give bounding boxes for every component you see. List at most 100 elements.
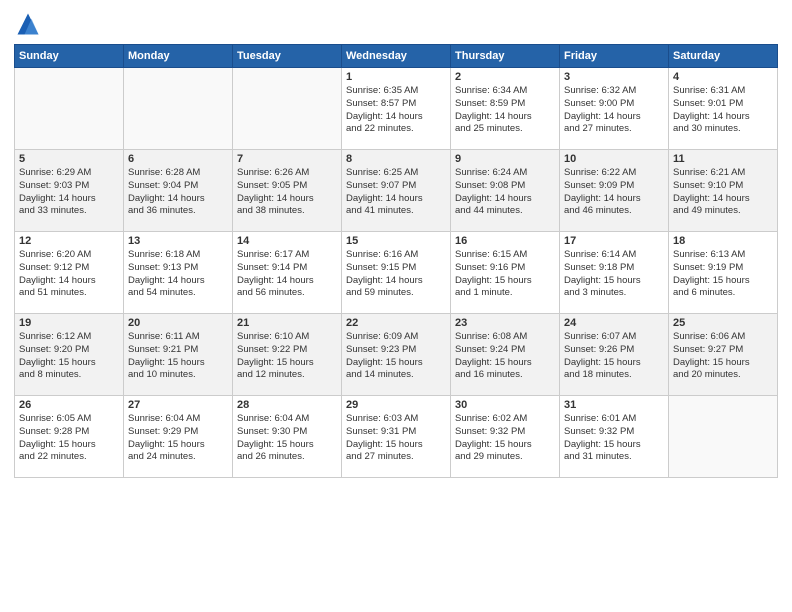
cell-line: and 22 minutes. <box>19 451 119 464</box>
calendar-cell: 4Sunrise: 6:31 AMSunset: 9:01 PMDaylight… <box>669 68 778 150</box>
day-number: 3 <box>564 71 664 83</box>
calendar-cell: 12Sunrise: 6:20 AMSunset: 9:12 PMDayligh… <box>15 232 124 314</box>
day-number: 17 <box>564 235 664 247</box>
cell-line: and 44 minutes. <box>455 205 555 218</box>
calendar-cell: 5Sunrise: 6:29 AMSunset: 9:03 PMDaylight… <box>15 150 124 232</box>
calendar-cell: 9Sunrise: 6:24 AMSunset: 9:08 PMDaylight… <box>451 150 560 232</box>
cell-line: Sunset: 9:29 PM <box>128 426 228 439</box>
day-number: 12 <box>19 235 119 247</box>
header <box>14 10 778 38</box>
cell-line: Sunset: 9:23 PM <box>346 344 446 357</box>
cell-line: and 46 minutes. <box>564 205 664 218</box>
cell-line: Daylight: 14 hours <box>128 275 228 288</box>
cell-line: Sunrise: 6:03 AM <box>346 413 446 426</box>
day-number: 22 <box>346 317 446 329</box>
day-number: 27 <box>128 399 228 411</box>
day-number: 6 <box>128 153 228 165</box>
logo <box>14 10 46 38</box>
cell-line: and 54 minutes. <box>128 287 228 300</box>
cell-line: and 33 minutes. <box>19 205 119 218</box>
cell-line: Daylight: 15 hours <box>455 439 555 452</box>
cell-line: Sunrise: 6:32 AM <box>564 85 664 98</box>
day-number: 26 <box>19 399 119 411</box>
calendar-cell: 30Sunrise: 6:02 AMSunset: 9:32 PMDayligh… <box>451 396 560 478</box>
cell-line: Sunrise: 6:11 AM <box>128 331 228 344</box>
cell-line: Sunrise: 6:29 AM <box>19 167 119 180</box>
cell-line: Sunset: 9:22 PM <box>237 344 337 357</box>
cell-line: Sunrise: 6:21 AM <box>673 167 773 180</box>
day-number: 2 <box>455 71 555 83</box>
day-number: 14 <box>237 235 337 247</box>
cell-line: Daylight: 15 hours <box>564 439 664 452</box>
cell-line: Daylight: 14 hours <box>128 193 228 206</box>
day-number: 16 <box>455 235 555 247</box>
cell-line: and 26 minutes. <box>237 451 337 464</box>
day-number: 25 <box>673 317 773 329</box>
day-number: 18 <box>673 235 773 247</box>
calendar-cell: 2Sunrise: 6:34 AMSunset: 8:59 PMDaylight… <box>451 68 560 150</box>
day-header-monday: Monday <box>124 45 233 68</box>
calendar-cell: 13Sunrise: 6:18 AMSunset: 9:13 PMDayligh… <box>124 232 233 314</box>
day-header-wednesday: Wednesday <box>342 45 451 68</box>
cell-line: and 27 minutes. <box>346 451 446 464</box>
day-number: 24 <box>564 317 664 329</box>
cell-line: Sunset: 9:14 PM <box>237 262 337 275</box>
week-row-3: 12Sunrise: 6:20 AMSunset: 9:12 PMDayligh… <box>15 232 778 314</box>
cell-line: Daylight: 14 hours <box>455 193 555 206</box>
cell-line: Sunrise: 6:18 AM <box>128 249 228 262</box>
cell-line: Daylight: 14 hours <box>19 193 119 206</box>
cell-line: Sunrise: 6:24 AM <box>455 167 555 180</box>
cell-line: and 51 minutes. <box>19 287 119 300</box>
cell-line: and 25 minutes. <box>455 123 555 136</box>
calendar-cell: 23Sunrise: 6:08 AMSunset: 9:24 PMDayligh… <box>451 314 560 396</box>
cell-line: Sunrise: 6:06 AM <box>673 331 773 344</box>
calendar-cell: 11Sunrise: 6:21 AMSunset: 9:10 PMDayligh… <box>669 150 778 232</box>
calendar-cell: 18Sunrise: 6:13 AMSunset: 9:19 PMDayligh… <box>669 232 778 314</box>
cell-line: Sunset: 9:04 PM <box>128 180 228 193</box>
cell-line: Daylight: 15 hours <box>237 357 337 370</box>
cell-line: Daylight: 14 hours <box>237 193 337 206</box>
day-number: 29 <box>346 399 446 411</box>
calendar-cell: 17Sunrise: 6:14 AMSunset: 9:18 PMDayligh… <box>560 232 669 314</box>
day-header-thursday: Thursday <box>451 45 560 68</box>
cell-line: Sunrise: 6:26 AM <box>237 167 337 180</box>
cell-line: Daylight: 15 hours <box>128 357 228 370</box>
cell-line: Sunrise: 6:05 AM <box>19 413 119 426</box>
calendar-cell: 14Sunrise: 6:17 AMSunset: 9:14 PMDayligh… <box>233 232 342 314</box>
cell-line: Sunset: 9:12 PM <box>19 262 119 275</box>
cell-line: Sunset: 9:21 PM <box>128 344 228 357</box>
day-number: 20 <box>128 317 228 329</box>
cell-line: Sunset: 9:32 PM <box>564 426 664 439</box>
day-number: 30 <box>455 399 555 411</box>
calendar-cell: 7Sunrise: 6:26 AMSunset: 9:05 PMDaylight… <box>233 150 342 232</box>
cell-line: Sunset: 9:28 PM <box>19 426 119 439</box>
cell-line: Sunrise: 6:16 AM <box>346 249 446 262</box>
cell-line: Sunrise: 6:25 AM <box>346 167 446 180</box>
cell-line: Daylight: 14 hours <box>564 193 664 206</box>
calendar-cell: 20 Sunrise: 6:11 AMSunset: 9:21 PMDayligh… <box>124 314 233 396</box>
calendar-cell: 24Sunrise: 6:07 AMSunset: 9:26 PMDayligh… <box>560 314 669 396</box>
cell-line: Daylight: 14 hours <box>346 111 446 124</box>
cell-line: and 20 minutes. <box>673 369 773 382</box>
cell-line: Daylight: 15 hours <box>346 439 446 452</box>
day-number: 5 <box>19 153 119 165</box>
calendar-cell: 26Sunrise: 6:05 AMSunset: 9:28 PMDayligh… <box>15 396 124 478</box>
cell-line: and 3 minutes. <box>564 287 664 300</box>
day-number: 31 <box>564 399 664 411</box>
cell-line: and 6 minutes. <box>673 287 773 300</box>
day-number: 23 <box>455 317 555 329</box>
cell-line: Sunrise: 6:04 AM <box>128 413 228 426</box>
cell-line: Sunset: 9:18 PM <box>564 262 664 275</box>
cell-line: Sunrise: 6:01 AM <box>564 413 664 426</box>
cell-line: Sunset: 9:09 PM <box>564 180 664 193</box>
cell-line: and 41 minutes. <box>346 205 446 218</box>
cell-line: Sunset: 8:59 PM <box>455 98 555 111</box>
cell-line: Sunset: 9:31 PM <box>346 426 446 439</box>
calendar-cell: 25Sunrise: 6:06 AMSunset: 9:27 PMDayligh… <box>669 314 778 396</box>
cell-line: and 8 minutes. <box>19 369 119 382</box>
day-number: 11 <box>673 153 773 165</box>
cell-line: Sunrise: 6:17 AM <box>237 249 337 262</box>
calendar-cell: 22Sunrise: 6:09 AMSunset: 9:23 PMDayligh… <box>342 314 451 396</box>
cell-line: Sunset: 9:27 PM <box>673 344 773 357</box>
cell-line: and 36 minutes. <box>128 205 228 218</box>
